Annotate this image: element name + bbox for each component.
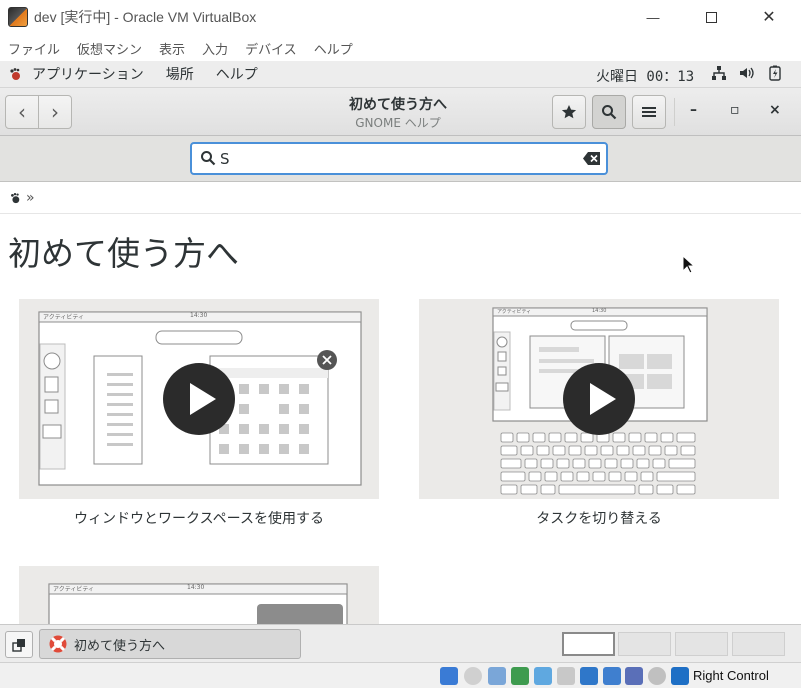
host-minimize-button[interactable]: — [624, 0, 682, 34]
video-clock: 14:30 [187, 584, 205, 591]
menu-button[interactable] [632, 95, 666, 129]
play-button[interactable] [163, 363, 235, 435]
video-label: アクティビティ [497, 309, 532, 315]
mouse-cursor-icon [682, 255, 696, 274]
menu-devices[interactable]: デバイス [245, 39, 297, 58]
video-label: アクティビティ [43, 314, 84, 321]
clock[interactable]: 火曜日 00：13 [596, 66, 694, 86]
network-adapter-icon[interactable] [511, 667, 529, 685]
video-label: アクティビティ [53, 586, 94, 593]
mouse-integration-icon[interactable] [648, 667, 666, 685]
clear-icon[interactable] [583, 152, 600, 165]
close-icon: ✕ [762, 9, 776, 26]
menu-machine[interactable]: 仮想マシン [77, 39, 142, 58]
workspace-4[interactable] [732, 632, 785, 656]
gnome-foot-icon [10, 68, 20, 80]
host-window-title: dev [実行中] - Oracle VM VirtualBox [34, 9, 257, 25]
menu-file[interactable]: ファイル [8, 39, 60, 58]
search-icon [201, 151, 216, 166]
network-icon[interactable] [711, 65, 727, 81]
hamburger-icon [642, 107, 656, 117]
host-key-label: Right Control [693, 668, 769, 683]
help-menu[interactable]: ヘルプ [216, 64, 258, 84]
gnome-foot-icon[interactable] [9, 192, 21, 204]
applications-menu[interactable]: アプリケーション [32, 64, 144, 84]
show-desktop-icon [12, 638, 25, 652]
menu-help[interactable]: ヘルプ [314, 39, 353, 58]
show-desktop-button[interactable] [5, 631, 33, 658]
host-maximize-button[interactable] [682, 0, 740, 34]
header-separator [674, 98, 675, 126]
minimize-button[interactable]: – [690, 102, 697, 118]
workspace-1[interactable] [562, 632, 615, 656]
menu-input[interactable]: 入力 [202, 39, 228, 58]
search-entry[interactable] [190, 142, 608, 175]
vbox-menu-bar: ファイル 仮想マシン 表示 入力 デバイス ヘルプ [0, 36, 801, 60]
keyboard-capture-icon[interactable] [671, 667, 689, 685]
shared-folder-icon[interactable] [557, 667, 575, 685]
video-card-windows[interactable]: アクティビティ 14:30 [19, 299, 379, 499]
task-label: 初めて使う方へ [74, 638, 166, 654]
back-button[interactable]: ‹ [6, 96, 39, 128]
maximize-icon [705, 11, 717, 23]
search-icon [602, 105, 617, 120]
video-card-switch-tasks[interactable]: アクティビティ 14:30 [419, 299, 779, 499]
card-caption-windows[interactable]: ウィンドウとワークスペースを使用する [19, 508, 379, 528]
virtualbox-app-icon[interactable] [8, 7, 28, 27]
page-title: 初めて使う方へ [8, 234, 239, 273]
audio-icon[interactable] [488, 667, 506, 685]
video-capture-icon[interactable] [603, 667, 621, 685]
breadcrumb-separator: » [26, 190, 35, 206]
workspace-3[interactable] [675, 632, 728, 656]
vbox-status-bar: Right Control [0, 662, 801, 688]
search-bar [0, 136, 801, 182]
menu-view[interactable]: 表示 [159, 39, 185, 58]
hard-disk-icon[interactable] [440, 667, 458, 685]
breadcrumb: » [0, 183, 801, 214]
usb-icon[interactable] [534, 667, 552, 685]
video-clock: 14:30 [190, 312, 208, 319]
video-card-third[interactable]: アクティビティ 14:30 [19, 566, 379, 624]
card-caption-switch-tasks[interactable]: タスクを切り替える [419, 508, 779, 528]
third-illustration [48, 583, 348, 624]
star-icon [561, 105, 577, 119]
display-icon[interactable] [580, 667, 598, 685]
video-clock: 14:30 [592, 308, 607, 314]
window-title: 初めて使う方へ [349, 97, 447, 113]
workspace-2[interactable] [618, 632, 671, 656]
search-input[interactable] [220, 148, 570, 170]
close-button[interactable]: × [769, 102, 781, 118]
places-menu[interactable]: 場所 [166, 64, 194, 84]
play-button[interactable] [563, 363, 635, 435]
optical-drive-icon[interactable] [464, 667, 482, 685]
search-toggle-button[interactable] [592, 95, 626, 129]
bookmark-button[interactable] [552, 95, 586, 129]
minimize-icon: — [646, 9, 660, 25]
volume-icon[interactable] [739, 65, 755, 81]
window-subtitle: GNOME ヘルプ [355, 116, 441, 130]
task-help-window[interactable]: 初めて使う方へ [39, 629, 301, 659]
battery-icon[interactable] [768, 65, 782, 81]
navigation-buttons: ‹ › [5, 95, 72, 129]
maximize-button[interactable]: ▫ [730, 102, 740, 118]
help-header-bar: ‹ › 初めて使う方へ GNOME ヘルプ – ▫ × [0, 88, 801, 136]
gnome-bottom-panel: 初めて使う方へ [0, 624, 801, 662]
host-close-button[interactable]: ✕ [740, 0, 798, 34]
gnome-top-bar: アプリケーション 場所 ヘルプ 火曜日 00：13 [0, 61, 801, 88]
forward-button[interactable]: › [39, 96, 71, 128]
lifebuoy-icon [49, 635, 67, 653]
virtualization-icon[interactable] [625, 667, 643, 685]
